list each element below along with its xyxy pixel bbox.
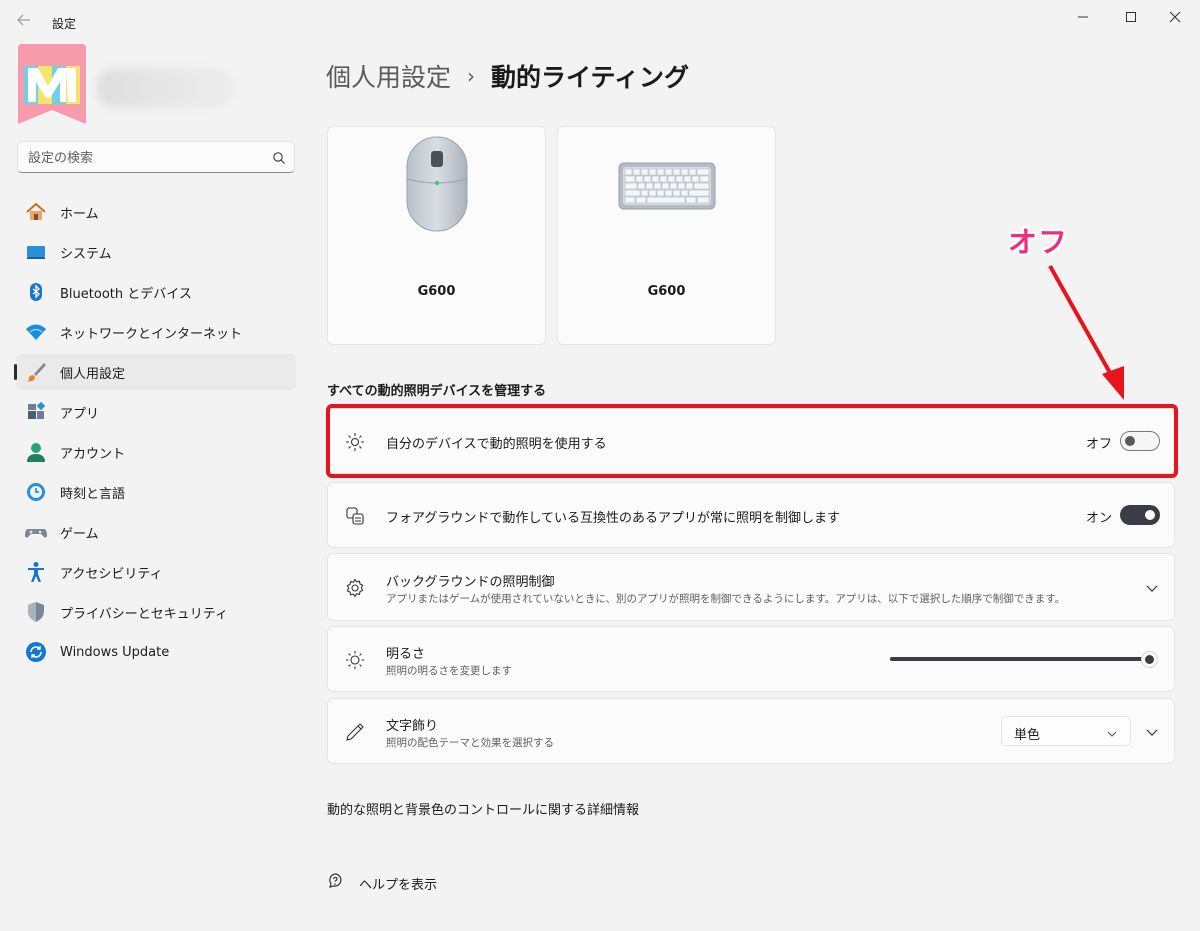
- annotation-arrow-icon: [1048, 265, 1124, 400]
- shield-icon: [25, 601, 47, 623]
- bluetooth-icon: [25, 281, 47, 303]
- sidebar-item-label: 個人用設定: [60, 366, 126, 382]
- sidebar-item-privacy[interactable]: プライバシーとセキュリティ: [16, 594, 296, 630]
- sidebar-item-label: 時刻と言語: [60, 486, 126, 502]
- setting-subtitle: アプリまたはゲームが使用されていないときに、別のアプリが照明を制御できるようにし…: [386, 593, 1066, 605]
- sidebar-item-gaming[interactable]: ゲーム: [16, 514, 296, 550]
- sidebar-item-accessibility[interactable]: アクセシビリティ: [16, 554, 296, 590]
- sidebar-item-accounts[interactable]: アカウント: [16, 434, 296, 470]
- effect-select-value: 単色: [1014, 728, 1041, 743]
- sidebar-item-label: アカウント: [60, 446, 126, 462]
- search-box[interactable]: [17, 141, 295, 173]
- breadcrumb: 個人用設定 › 動的ライティング: [326, 58, 689, 94]
- setting-title: 明るさ: [386, 647, 426, 662]
- chevron-down-icon: [1106, 725, 1118, 737]
- profile-name-blurred: [96, 68, 236, 108]
- title-bar: 設定: [0, 0, 1200, 46]
- chevron-down-icon[interactable]: [1144, 580, 1160, 596]
- home-icon: [25, 201, 47, 223]
- keyboard-icon: [558, 135, 775, 245]
- toggle-state-label: オフ: [1086, 437, 1113, 452]
- close-button[interactable]: [1152, 6, 1198, 28]
- sidebar-item-bluetooth[interactable]: Bluetooth とデバイス: [16, 274, 296, 310]
- annotation-label: オフ: [1008, 225, 1069, 259]
- pen-icon: [344, 721, 366, 743]
- device-card-mouse[interactable]: G600: [327, 126, 546, 345]
- setting-subtitle: 照明の明るさを変更します: [386, 665, 512, 677]
- brightness-slider-track[interactable]: [890, 657, 1152, 661]
- search-input[interactable]: [28, 148, 258, 168]
- more-info-link[interactable]: 動的な照明と背景色のコントロールに関する詳細情報: [327, 799, 639, 818]
- lighting-icon: [344, 431, 366, 453]
- effect-select[interactable]: 単色: [1001, 716, 1131, 746]
- setting-subtitle: 照明の配色テーマと効果を選択する: [386, 737, 554, 749]
- help-icon: [327, 872, 345, 894]
- sun-icon: [344, 649, 366, 671]
- account-icon: [25, 441, 47, 463]
- sidebar-item-label: プライバシーとセキュリティ: [60, 606, 228, 622]
- gamepad-icon: [25, 521, 47, 543]
- sidebar-item-label: Windows Update: [60, 644, 170, 660]
- sidebar-item-label: アプリ: [60, 406, 100, 422]
- device-name: G600: [647, 284, 686, 299]
- help-link[interactable]: ヘルプを表示: [327, 872, 437, 894]
- brush-icon: [25, 361, 47, 383]
- device-name: G600: [417, 284, 456, 299]
- toggle-state-label: オン: [1086, 511, 1113, 526]
- gear-icon: [344, 577, 366, 599]
- sidebar-item-personalization[interactable]: 個人用設定: [14, 354, 296, 390]
- setting-title: 自分のデバイスで動的照明を使用する: [386, 437, 607, 452]
- maximize-button[interactable]: [1108, 6, 1154, 28]
- sidebar-item-label: Bluetooth とデバイス: [60, 286, 192, 302]
- sidebar-item-label: ホーム: [60, 206, 99, 222]
- accessibility-icon: [25, 561, 47, 583]
- brightness-slider-thumb[interactable]: [1141, 651, 1158, 668]
- setting-title: 文字飾り: [386, 719, 439, 734]
- profile-avatar[interactable]: [14, 44, 90, 130]
- sidebar-item-label: ネットワークとインターネット: [60, 326, 243, 342]
- time-language-icon: [25, 481, 47, 503]
- system-icon: [25, 241, 47, 263]
- update-icon: [25, 641, 47, 663]
- setting-title: フォアグラウンドで動作している互換性のあるアプリが常に照明を制御します: [386, 511, 840, 526]
- search-icon[interactable]: [272, 150, 286, 164]
- chevron-down-icon[interactable]: [1144, 724, 1160, 740]
- page-title: 動的ライティング: [491, 63, 690, 92]
- setting-background-control[interactable]: バックグラウンドの照明制御 アプリまたはゲームが使用されていないときに、別のアプ…: [327, 553, 1175, 621]
- setting-title: バックグラウンドの照明制御: [386, 575, 555, 590]
- sidebar-item-time-language[interactable]: 時刻と言語: [16, 474, 296, 510]
- sidebar-item-windows-update[interactable]: Windows Update: [16, 634, 296, 670]
- apps-icon: [25, 401, 47, 423]
- wifi-icon: [25, 321, 47, 343]
- help-label: ヘルプを表示: [359, 877, 438, 893]
- back-arrow-icon[interactable]: [14, 12, 34, 32]
- setting-foreground-control: フォアグラウンドで動作している互換性のあるアプリが常に照明を制御します オン: [327, 482, 1175, 548]
- use-lighting-toggle[interactable]: [1120, 431, 1160, 451]
- sidebar-item-system[interactable]: システム: [16, 234, 296, 270]
- minimize-button[interactable]: [1060, 6, 1106, 28]
- sidebar-item-network[interactable]: ネットワークとインターネット: [16, 314, 296, 350]
- section-title: すべての動的照明デバイスを管理する: [327, 384, 547, 399]
- sidebar-nav: ホーム システム Bluetooth とデバイス ネットワークとインターネット …: [14, 194, 296, 674]
- foreground-control-toggle[interactable]: [1120, 505, 1160, 525]
- device-card-keyboard[interactable]: G600: [557, 126, 776, 345]
- mouse-icon: [328, 135, 545, 245]
- breadcrumb-parent[interactable]: 個人用設定: [326, 58, 451, 94]
- sidebar-item-apps[interactable]: アプリ: [16, 394, 296, 430]
- setting-use-dynamic-lighting: 自分のデバイスで動的照明を使用する オフ: [327, 408, 1175, 474]
- sidebar-item-home[interactable]: ホーム: [16, 194, 296, 230]
- sidebar-item-label: アクセシビリティ: [60, 566, 163, 582]
- breadcrumb-separator: ›: [467, 64, 476, 88]
- foreground-apps-icon: [344, 505, 366, 527]
- sidebar-item-label: ゲーム: [60, 526, 99, 542]
- app-title: 設定: [52, 17, 77, 31]
- sidebar-item-label: システム: [60, 246, 112, 262]
